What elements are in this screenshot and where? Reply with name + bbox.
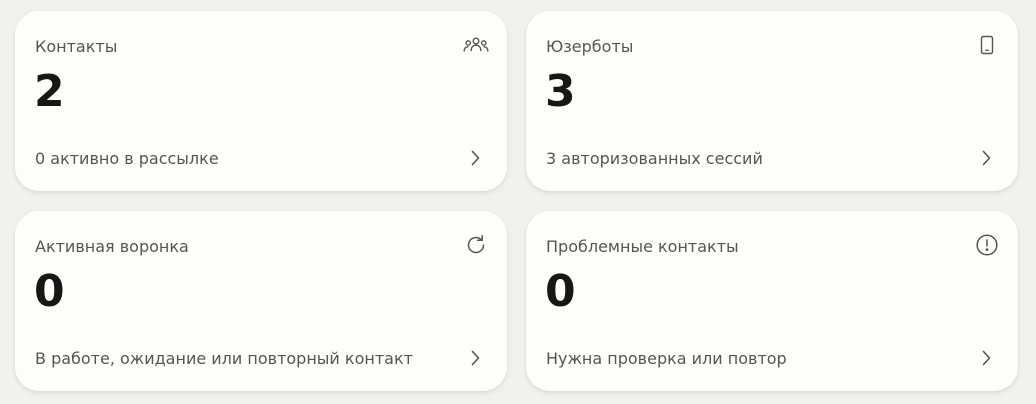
alert-circle-icon	[974, 232, 1000, 258]
problem-contacts-card[interactable]: Проблемные контакты 0 Нужна проверка или…	[526, 211, 1018, 391]
card-subtitle: 0 активно в рассылке	[35, 149, 219, 168]
phone-icon	[974, 32, 1000, 58]
card-value: 0	[34, 266, 65, 317]
card-subtitle: Нужна проверка или повтор	[546, 349, 787, 368]
card-subtitle: 3 авторизованных сессий	[546, 149, 763, 168]
chevron-right-icon[interactable]	[980, 149, 992, 167]
stats-grid: Контакты 2 0 активно в рассылке Юзерботы	[0, 0, 1036, 404]
users-icon	[463, 32, 489, 58]
chevron-right-icon[interactable]	[469, 349, 481, 367]
userbots-card[interactable]: Юзерботы 3 3 авторизованных сессий	[526, 11, 1018, 191]
card-subtitle: В работе, ожидание или повторный контакт	[35, 349, 413, 368]
chevron-right-icon[interactable]	[469, 149, 481, 167]
card-value: 3	[545, 66, 576, 117]
chevron-right-icon[interactable]	[980, 349, 992, 367]
refresh-icon	[463, 232, 489, 258]
active-funnel-card[interactable]: Активная воронка 0 В работе, ожидание ил…	[15, 211, 507, 391]
card-value: 2	[34, 66, 65, 117]
card-title: Юзерботы	[546, 37, 634, 56]
card-title: Проблемные контакты	[546, 237, 739, 256]
card-title: Активная воронка	[35, 237, 189, 256]
card-value: 0	[545, 266, 576, 317]
card-title: Контакты	[35, 37, 118, 56]
contacts-card[interactable]: Контакты 2 0 активно в рассылке	[15, 11, 507, 191]
